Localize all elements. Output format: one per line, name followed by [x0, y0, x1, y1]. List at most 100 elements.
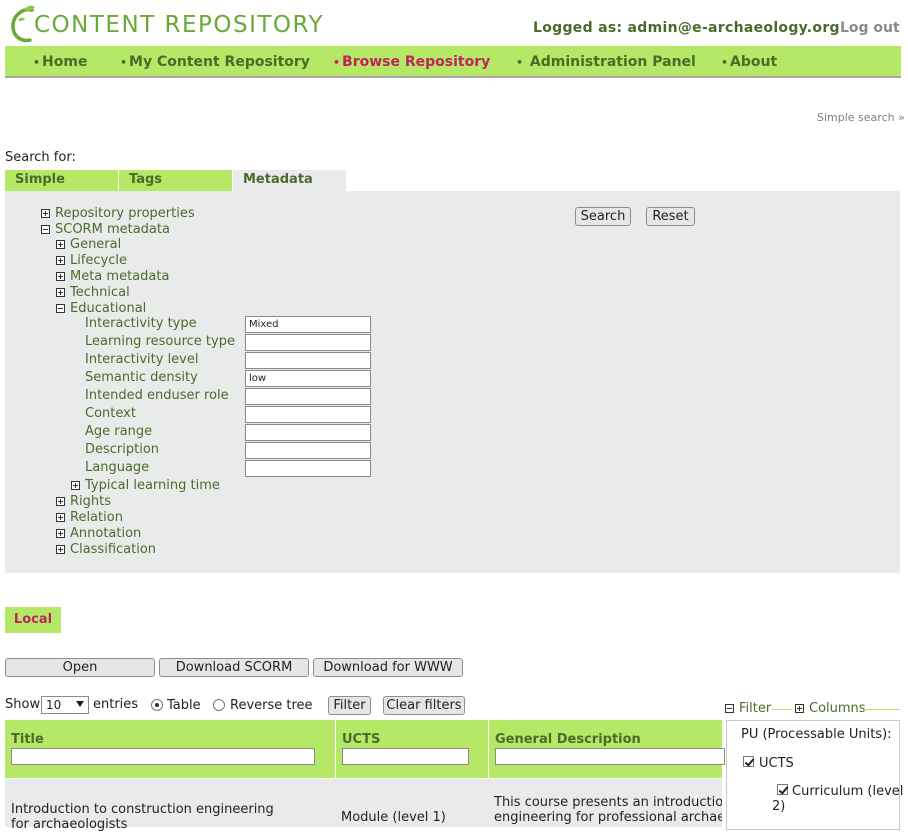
description-filter-input[interactable] — [495, 748, 725, 765]
title-filter-input[interactable] — [11, 748, 315, 765]
context-input[interactable] — [245, 406, 371, 423]
cell-description-line2: engineering for professional archaeologi… — [494, 810, 722, 825]
radio-reverse-tree-label: Reverse tree — [230, 698, 313, 713]
open-button[interactable]: Open — [5, 658, 155, 677]
main-nav: • Home • My Content Repository • Browse Rep… — [5, 46, 901, 78]
search-button[interactable]: Search — [575, 207, 631, 226]
tree-node-relation[interactable]: Relation — [56, 510, 123, 525]
learning-resource-type-input[interactable] — [245, 334, 371, 351]
cell-title-line2: for archaeologists — [11, 817, 128, 832]
language-input[interactable] — [245, 460, 371, 477]
expand-icon[interactable] — [71, 481, 80, 490]
field-label-context: Context — [85, 406, 136, 421]
column-ucts: UCTS — [336, 720, 489, 778]
radio-table-label: Table — [167, 698, 201, 713]
bullet-icon: • — [120, 56, 128, 69]
column-general-description: General Description — [489, 720, 725, 778]
field-label-intended-enduser-role: Intended enduser role — [85, 388, 229, 403]
show-label: Show — [5, 697, 41, 712]
description-input[interactable] — [245, 442, 371, 459]
ucts-checkbox[interactable] — [743, 756, 754, 767]
expand-icon[interactable] — [56, 288, 65, 297]
collapse-icon[interactable] — [56, 304, 65, 313]
tree-node-typical-learning-time[interactable]: Typical learning time — [71, 478, 220, 493]
tab-simple[interactable]: Simple — [5, 170, 119, 191]
logged-as-label: Logged as: admin@e-archaeology.org — [533, 20, 840, 36]
dropdown-arrow-icon — [76, 701, 84, 707]
filter-button[interactable]: Filter — [328, 696, 371, 715]
table-row[interactable]: Introduction to construction engineering… — [5, 779, 722, 832]
interactivity-type-input[interactable] — [245, 316, 371, 333]
column-description-label[interactable]: General Description — [495, 732, 641, 747]
expand-icon[interactable] — [56, 240, 65, 249]
columns-toggle[interactable]: Columns — [795, 701, 866, 716]
curriculum-checkbox[interactable] — [777, 784, 788, 795]
field-label-age-range: Age range — [85, 424, 153, 439]
collapse-icon[interactable] — [41, 225, 50, 234]
tree-node-lifecycle[interactable]: Lifecycle — [56, 253, 127, 268]
columns-divider — [864, 709, 900, 710]
results-table-header: Title UCTS General Description — [5, 720, 725, 778]
column-title-label[interactable]: Title — [11, 732, 44, 747]
leaf-logo-icon — [8, 4, 38, 44]
collapse-icon[interactable] — [725, 704, 734, 713]
download-scorm-button[interactable]: Download SCORM — [159, 658, 309, 677]
expand-icon[interactable] — [56, 529, 65, 538]
search-for-label: Search for: — [5, 150, 76, 165]
curriculum-label-line1: Curriculum (level — [792, 784, 904, 799]
age-range-input[interactable] — [245, 424, 371, 441]
ucts-checkbox-label: UCTS — [759, 756, 794, 771]
bullet-icon: • — [33, 56, 41, 69]
field-label-learning-resource-type: Learning resource type — [85, 334, 235, 349]
tree-node-technical[interactable]: Technical — [56, 285, 130, 300]
expand-icon[interactable] — [56, 513, 65, 522]
expand-icon[interactable] — [56, 256, 65, 265]
download-www-button[interactable]: Download for WWW — [313, 658, 463, 677]
cell-description-line1: This course presents an introduction to — [494, 795, 722, 810]
reset-button[interactable]: Reset — [646, 207, 695, 226]
filter-toggle[interactable]: Filter — [725, 701, 771, 716]
tree-node-annotation[interactable]: Annotation — [56, 526, 141, 541]
nav-administration-panel[interactable]: • Administration Panel — [516, 54, 696, 70]
logout-link[interactable]: Log out — [840, 20, 900, 36]
expand-icon[interactable] — [56, 272, 65, 281]
tree-node-classification[interactable]: Classification — [56, 542, 156, 557]
entries-select[interactable]: 10 — [41, 696, 89, 714]
clear-filters-button[interactable]: Clear filters — [383, 696, 465, 715]
intended-enduser-role-input[interactable] — [245, 388, 371, 405]
cell-ucts: Module (level 1) — [341, 810, 446, 825]
semantic-density-input[interactable] — [245, 370, 371, 387]
cell-title-line1: Introduction to construction engineering — [11, 802, 274, 817]
tab-tags[interactable]: Tags — [119, 170, 233, 191]
interactivity-level-input[interactable] — [245, 352, 371, 369]
tree-node-meta-metadata[interactable]: Meta metadata — [56, 269, 169, 284]
nav-my-content-repository[interactable]: • My Content Repository — [120, 54, 310, 70]
ucts-filter-input[interactable] — [342, 748, 469, 765]
logo-text: CONTENT REPOSITORY — [34, 12, 325, 38]
curriculum-label-line2: 2) — [772, 799, 786, 814]
radio-table[interactable] — [151, 699, 163, 711]
nav-home[interactable]: • Home — [33, 54, 87, 70]
nav-browse-repository[interactable]: • Browse Repository — [333, 54, 490, 70]
tree-node-repository-properties[interactable]: Repository properties — [41, 206, 195, 221]
radio-reverse-tree[interactable] — [213, 699, 225, 711]
tree-node-scorm-metadata[interactable]: SCORM metadata — [41, 222, 170, 237]
pu-label: PU (Processable Units): — [741, 727, 892, 742]
tree-node-rights[interactable]: Rights — [56, 494, 111, 509]
expand-icon[interactable] — [56, 497, 65, 506]
tree-node-educational[interactable]: Educational — [56, 301, 146, 316]
field-label-semantic-density: Semantic density — [85, 370, 198, 385]
filter-divider — [772, 709, 792, 710]
tree-node-general[interactable]: General — [56, 237, 121, 252]
expand-icon[interactable] — [795, 704, 804, 713]
field-label-description: Description — [85, 442, 160, 457]
expand-icon[interactable] — [41, 209, 50, 218]
tab-local[interactable]: Local — [5, 607, 61, 633]
tab-metadata[interactable]: Metadata — [233, 170, 346, 191]
nav-about[interactable]: • About — [721, 54, 777, 70]
entries-label: entries — [93, 697, 139, 712]
field-label-interactivity-type: Interactivity type — [85, 316, 197, 331]
column-ucts-label[interactable]: UCTS — [342, 732, 380, 747]
simple-search-link[interactable]: Simple search » — [817, 111, 905, 124]
expand-icon[interactable] — [56, 545, 65, 554]
